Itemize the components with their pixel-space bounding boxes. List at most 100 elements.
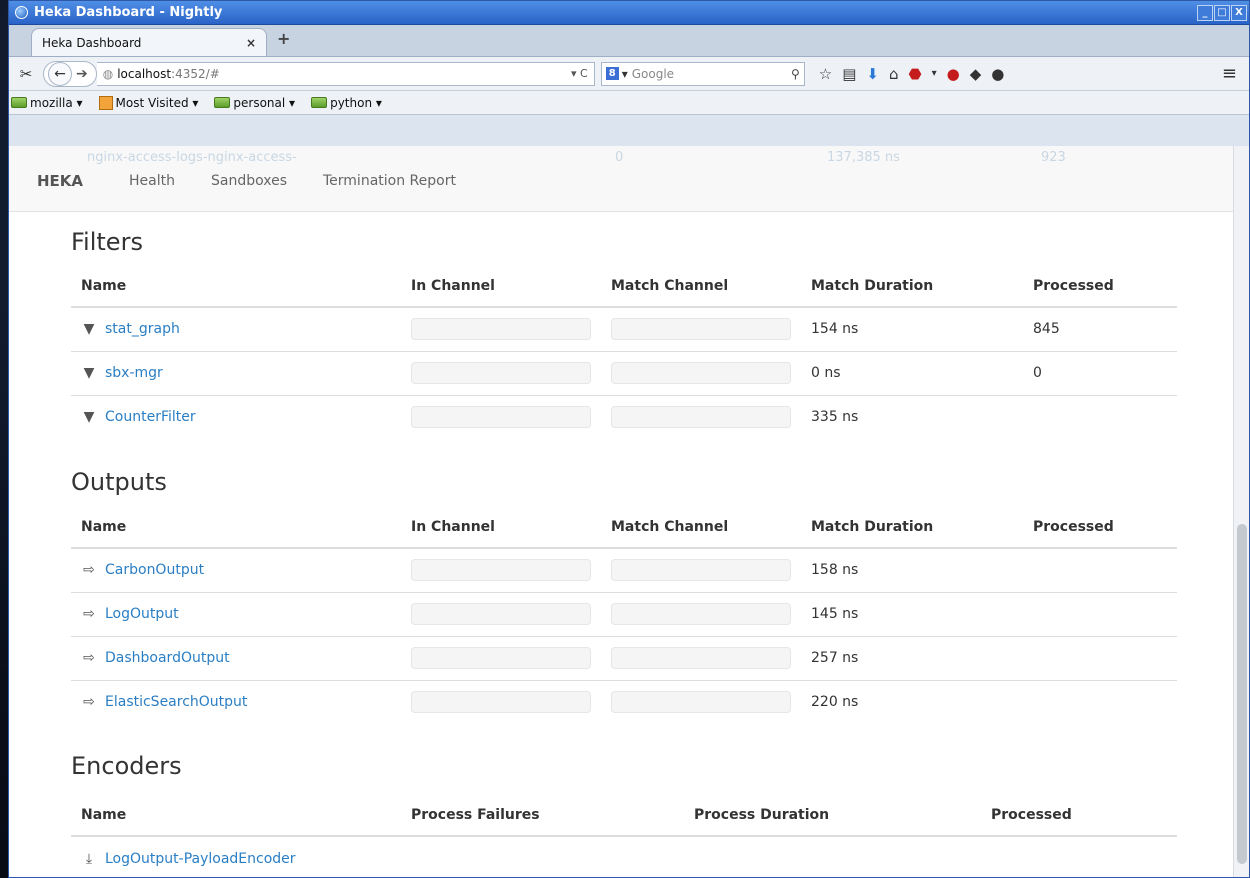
output-icon: ⇨	[83, 650, 95, 666]
search-bar[interactable]: 8 ▾ Google ⚲	[600, 61, 805, 86]
scrollbar-thumb[interactable]	[1237, 524, 1247, 864]
bookmark-most-visited[interactable]: Most Visited ▾	[98, 95, 199, 110]
filter-icon: ▼	[83, 321, 95, 338]
reload-icon[interactable]: ▾ C	[571, 67, 588, 80]
filter-link[interactable]: sbx-mgr	[105, 365, 163, 381]
in-channel-bar	[411, 318, 591, 341]
filter-link[interactable]: stat_graph	[105, 321, 180, 337]
col-in-channel: In Channel	[401, 507, 601, 549]
scissors-icon[interactable]: ✂	[15, 65, 37, 83]
new-tab-button[interactable]: +	[277, 29, 290, 48]
encoders-heading: Encoders	[71, 752, 182, 780]
filters-table: Name In Channel Match Channel Match Dura…	[71, 266, 1177, 439]
url-host: localhost	[117, 66, 172, 81]
nav-bar: ✂ ← ➔ ◍ localhost :4352/# ▾ C 8 ▾ Google…	[9, 57, 1249, 91]
encoder-icon: ⤓	[85, 850, 93, 867]
nav-health[interactable]: Health	[129, 173, 175, 189]
browser-window: Heka Dashboard - Nightly _ □ X Heka Dash…	[8, 0, 1250, 878]
bookmark-python[interactable]: python ▾	[311, 96, 382, 110]
ghost-processed: 923	[1041, 150, 1066, 165]
bookmarks-toolbar: mozilla ▾ Most Visited ▾ personal ▾ pyth…	[9, 91, 1249, 115]
google-engine-icon[interactable]: 8	[605, 67, 619, 80]
filter-link[interactable]: CounterFilter	[105, 409, 196, 425]
match-channel-bar	[611, 318, 791, 341]
star-icon[interactable]: ☆	[819, 65, 832, 83]
col-match-duration: Match Duration	[801, 507, 1023, 549]
match-duration: 335 ns	[801, 394, 1023, 439]
tab-strip: Heka Dashboard × +	[9, 25, 1249, 57]
download-icon[interactable]: ⬇	[866, 65, 879, 83]
match-duration: 0 ns	[801, 350, 1023, 395]
share-icon[interactable]: ◆	[970, 65, 982, 83]
window-title: Heka Dashboard - Nightly	[34, 5, 223, 20]
processed-count	[1023, 394, 1177, 439]
output-icon: ⇨	[83, 694, 95, 711]
table-row: ⇨ ElasticSearchOutput 220 ns	[71, 679, 1177, 724]
folder-icon	[311, 97, 328, 108]
bookmark-label: Most Visited ▾	[115, 95, 199, 110]
col-in-channel: In Channel	[401, 266, 601, 308]
in-channel-bar	[411, 406, 591, 429]
vertical-scrollbar[interactable]	[1233, 146, 1249, 877]
globe-icon: ◍	[102, 66, 114, 81]
nav-sandboxes[interactable]: Sandboxes	[211, 173, 287, 189]
processed-count	[1023, 679, 1177, 724]
output-link[interactable]: DashboardOutput	[105, 650, 230, 666]
chat-icon[interactable]: ●	[991, 65, 1004, 83]
output-link[interactable]: LogOutput	[105, 606, 179, 622]
col-name: Name	[71, 266, 401, 308]
close-window-button[interactable]: X	[1231, 4, 1247, 21]
reading-list-icon[interactable]: ▤	[842, 65, 856, 83]
output-link[interactable]: ElasticSearchOutput	[105, 694, 247, 710]
back-button[interactable]: ←	[48, 61, 72, 86]
bookmark-personal[interactable]: personal ▾	[214, 96, 295, 110]
match-channel-bar	[611, 691, 791, 714]
col-match-duration: Match Duration	[801, 266, 1023, 308]
output-link[interactable]: CarbonOutput	[105, 562, 204, 578]
forward-button[interactable]: ➔	[76, 66, 88, 82]
tab-label: Heka Dashboard	[42, 35, 142, 50]
processed-count	[1023, 591, 1177, 636]
encoder-link[interactable]: LogOutput-PayloadEncoder	[105, 851, 296, 867]
ghost-name: nginx-access-logs-nginx-access-	[87, 150, 297, 165]
processed-count: 845	[1033, 321, 1060, 338]
nav-termination-report[interactable]: Termination Report	[323, 173, 456, 189]
menu-icon[interactable]: ≡	[1222, 63, 1237, 84]
in-channel-bar	[411, 691, 591, 714]
heka-nav-links: Health Sandboxes Termination Report	[129, 173, 492, 189]
adblock-dropdown-icon[interactable]: ▾	[932, 68, 937, 79]
search-icon[interactable]: ⚲	[791, 67, 800, 81]
close-tab-icon[interactable]: ×	[246, 36, 256, 50]
most-visited-icon	[98, 95, 113, 110]
col-processed: Processed	[1023, 507, 1177, 549]
match-channel-bar	[611, 647, 791, 669]
processed-count	[1023, 635, 1177, 680]
back-forward-group: ← ➔	[43, 60, 97, 87]
home-icon[interactable]: ⌂	[889, 65, 899, 83]
table-row: ▼ stat_graph 154 ns 845	[71, 307, 1177, 351]
match-channel-bar	[611, 603, 791, 625]
outputs-table: Name In Channel Match Channel Match Dura…	[71, 507, 1177, 724]
col-processed: Processed	[981, 795, 1177, 837]
brand-logo[interactable]: HEKA	[37, 172, 83, 190]
table-row: ⇨ CarbonOutput 158 ns	[71, 548, 1177, 592]
addon-icon[interactable]: ●	[947, 65, 960, 83]
table-row: ⇨ LogOutput 145 ns	[71, 591, 1177, 636]
match-duration: 220 ns	[801, 679, 1023, 724]
adblock-icon[interactable]: ⬣	[908, 65, 921, 83]
minimize-button[interactable]: _	[1197, 4, 1213, 21]
folder-icon	[11, 97, 27, 108]
url-bar[interactable]: ◍ localhost :4352/# ▾ C	[96, 61, 595, 86]
search-engine-dropdown-icon[interactable]: ▾	[622, 67, 628, 81]
match-channel-bar	[611, 362, 791, 384]
folder-icon	[214, 97, 231, 108]
bookmark-label: personal ▾	[233, 95, 296, 110]
maximize-button[interactable]: □	[1214, 4, 1230, 21]
bookmark-label: mozilla ▾	[30, 95, 83, 110]
processed-count	[1023, 548, 1177, 592]
processed-count: 0	[1023, 350, 1177, 395]
tab-heka-dashboard[interactable]: Heka Dashboard ×	[31, 28, 267, 56]
bookmark-mozilla[interactable]: mozilla ▾	[11, 96, 83, 110]
col-name: Name	[71, 795, 401, 837]
col-match-channel: Match Channel	[601, 507, 801, 549]
